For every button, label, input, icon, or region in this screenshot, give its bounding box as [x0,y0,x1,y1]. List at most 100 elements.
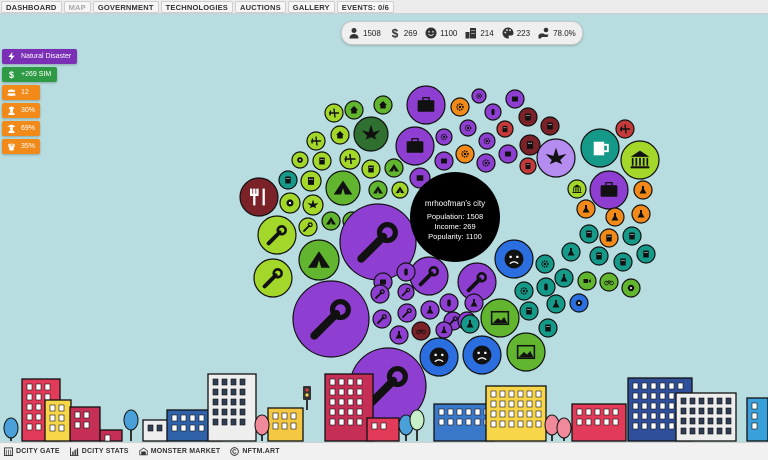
building-bubble[interactable] [506,332,546,372]
building-bubble[interactable] [361,159,381,179]
building-bubble[interactable] [292,280,370,358]
building-bubble[interactable] [579,224,599,244]
building-bubble[interactable] [279,192,301,214]
building-bubble[interactable] [435,321,453,339]
city-info-circle[interactable]: mrhoofman's city Population: 1508 Income… [410,172,500,262]
building-bubble[interactable] [519,157,537,175]
building-bubble[interactable] [391,181,409,199]
dcity-gate-link[interactable]: DCITY GATE [4,447,60,456]
building-bubble[interactable] [278,170,298,190]
building-bubble[interactable] [478,132,496,150]
building-bubble[interactable] [622,226,642,246]
building-bubble[interactable] [257,215,297,255]
building-bubble[interactable] [339,148,361,170]
building-bubble[interactable] [518,107,538,127]
building-bubble[interactable] [450,97,470,117]
building-bubble[interactable] [325,170,361,206]
building-bubble[interactable] [536,138,576,178]
tab-government[interactable]: GOVERNMENT [92,1,159,13]
building-bubble[interactable] [370,284,390,304]
building-bubble[interactable] [615,119,635,139]
building-bubble[interactable] [580,128,620,168]
building-bubble[interactable] [605,207,625,227]
natural-disaster-badge[interactable]: Natural Disaster [2,49,77,64]
sim-income-badge[interactable]: $ +269 SIM [2,67,57,82]
building-bubble[interactable] [484,103,502,121]
building-bubble[interactable] [372,309,392,329]
building-bubble[interactable] [561,242,581,262]
building-bubble[interactable] [519,301,539,321]
building-bubble[interactable] [505,89,525,109]
education-badge[interactable]: 69% [2,121,40,136]
building-bubble[interactable] [409,256,449,296]
building-bubble[interactable] [397,303,417,323]
building-bubble[interactable] [420,300,440,320]
building-bubble[interactable] [535,254,555,274]
building-bubble[interactable] [462,335,502,375]
building-bubble[interactable] [253,258,293,298]
tab-technologies[interactable]: TECHNOLOGIES [160,1,234,13]
building-bubble[interactable] [312,151,332,171]
dcity-stats-link[interactable]: DCITY STATS [69,447,129,456]
building-bubble[interactable] [633,180,653,200]
building-bubble[interactable] [419,337,459,377]
building-bubble[interactable] [300,170,322,192]
building-bubble[interactable] [455,144,475,164]
building-bubble[interactable] [397,283,415,301]
building-bubble[interactable] [536,277,556,297]
nftm-art-link[interactable]: NFTM.ART [230,447,280,456]
building-bubble[interactable] [471,88,487,104]
building-bubble[interactable] [567,179,587,199]
building-bubble[interactable] [519,134,541,156]
tab-map[interactable]: MAP [63,1,91,13]
monster-market-link[interactable]: MONSTER MARKET [139,447,221,456]
tab-events[interactable]: EVENTS: 0/6 [336,1,394,13]
building-bubble[interactable] [396,262,416,282]
building-bubble[interactable] [302,194,324,216]
building-bubble[interactable] [291,151,309,169]
building-bubble[interactable] [569,293,589,313]
building-bubble[interactable] [411,321,431,341]
building-bubble[interactable] [540,116,560,136]
building-bubble[interactable] [373,95,393,115]
building-bubble[interactable] [554,268,574,288]
building-bubble[interactable] [460,314,480,334]
building-bubble[interactable] [538,318,558,338]
building-bubble[interactable] [435,128,453,146]
building-bubble[interactable] [631,204,651,224]
building-bubble[interactable] [480,298,520,338]
tab-dashboard[interactable]: DASHBOARD [1,1,62,13]
building-bubble[interactable] [496,120,514,138]
building-bubble[interactable] [599,272,619,292]
building-bubble[interactable] [368,180,388,200]
tab-gallery[interactable]: GALLERY [287,1,335,13]
building-bubble[interactable] [494,239,534,279]
building-bubble[interactable] [306,131,326,151]
building-bubble[interactable] [464,293,484,313]
building-bubble[interactable] [636,244,656,264]
city-map[interactable]: mrhoofman's city Population: 1508 Income… [0,15,768,442]
building-bubble[interactable] [353,116,389,152]
building-bubble[interactable] [344,100,364,120]
building-bubble[interactable] [330,125,350,145]
building-bubble[interactable] [434,151,454,171]
building-bubble[interactable] [298,217,318,237]
building-bubble[interactable] [576,199,596,219]
building-bubble[interactable] [599,228,619,248]
building-bubble[interactable] [406,85,446,125]
building-bubble[interactable] [439,293,459,313]
building-bubble[interactable] [620,140,660,180]
building-bubble[interactable] [384,158,404,178]
crime-badge[interactable]: 35% [2,139,40,154]
building-bubble[interactable] [546,294,566,314]
tab-auctions[interactable]: AUCTIONS [235,1,286,13]
workers-badge[interactable]: 30% [2,103,40,118]
building-bubble[interactable] [613,252,633,272]
building-bubble[interactable] [621,278,641,298]
building-bubble[interactable] [498,144,518,164]
building-bubble[interactable] [298,239,340,281]
building-bubble[interactable] [239,177,279,217]
building-bubble[interactable] [476,153,496,173]
building-bubble[interactable] [589,170,629,210]
building-bubble[interactable] [577,271,597,291]
